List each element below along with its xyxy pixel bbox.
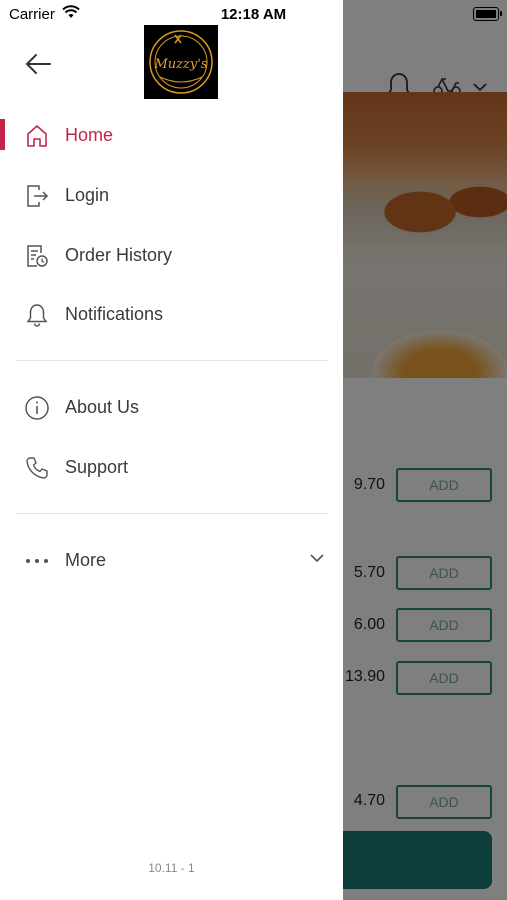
- order-history-icon: [27, 245, 48, 267]
- menu-item-login[interactable]: Login: [0, 170, 343, 220]
- side-drawer: Muzzy's Home Login Order History Notific…: [0, 0, 343, 900]
- menu-item-label: Login: [65, 184, 110, 205]
- menu-item-order-history[interactable]: Order History: [0, 230, 343, 280]
- menu-item-label: Notifications: [65, 303, 164, 324]
- status-bar: Carrier 12:18 AM: [0, 0, 507, 28]
- menu-item-label: More: [65, 549, 107, 570]
- menu-item-home[interactable]: Home: [0, 110, 343, 160]
- back-arrow-icon[interactable]: [24, 52, 52, 76]
- menu-item-more[interactable]: More: [0, 535, 343, 585]
- battery-icon: [473, 7, 502, 21]
- info-icon: [25, 396, 49, 420]
- phone-icon: [26, 457, 48, 479]
- menu-item-support[interactable]: Support: [0, 442, 343, 492]
- restaurant-logo: Muzzy's: [144, 25, 218, 99]
- login-icon: [27, 185, 49, 207]
- chevron-down-icon[interactable]: [310, 554, 324, 563]
- menu-item-label: Home: [65, 124, 114, 145]
- menu-item-label: Order History: [65, 244, 173, 265]
- menu-item-about-us[interactable]: About Us: [0, 382, 343, 432]
- svg-text:Muzzy's: Muzzy's: [154, 57, 208, 72]
- more-dots-icon: [26, 559, 48, 563]
- menu-item-notifications[interactable]: Notifications: [0, 289, 343, 339]
- drawer-header: Muzzy's: [0, 25, 343, 102]
- menu-item-label: Support: [65, 456, 129, 477]
- app-version: 10.11 - 1: [148, 861, 195, 875]
- home-icon: [27, 125, 47, 147]
- menu-divider: [16, 513, 328, 514]
- logo-graphic: Muzzy's: [149, 30, 213, 94]
- menu-item-label: About Us: [65, 396, 140, 417]
- menu-divider: [16, 360, 328, 361]
- clock: 12:18 AM: [220, 6, 287, 23]
- bell-icon: [26, 304, 48, 327]
